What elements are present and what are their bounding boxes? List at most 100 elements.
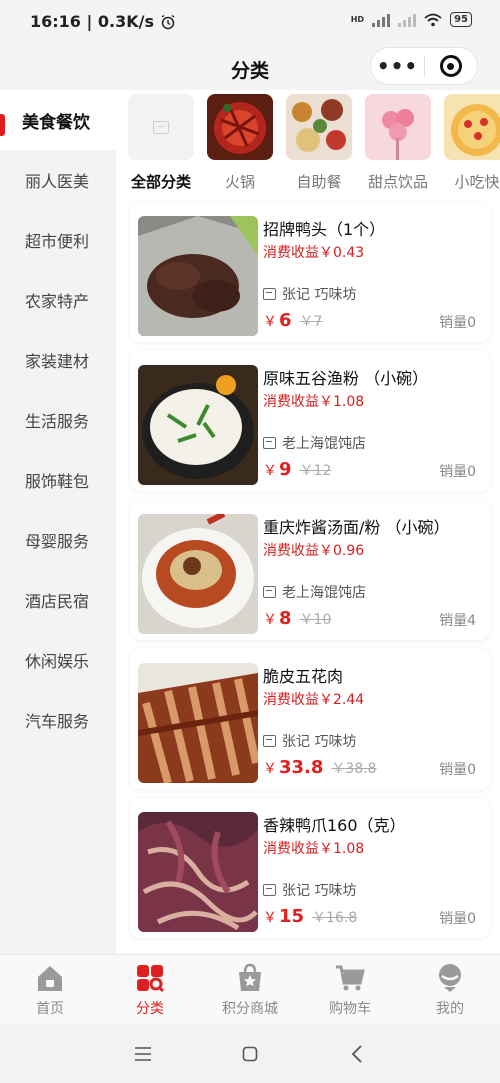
sidebar-item-entertainment[interactable]: 休闲娱乐 (0, 630, 116, 690)
subcategory-snacks[interactable]: 小吃快 (442, 94, 500, 192)
currency-symbol: ￥ (263, 761, 277, 777)
bottom-tab-bar: 首页 分类 积分商城 购物车 我的 (0, 954, 500, 1024)
price-value: 9 (279, 459, 292, 480)
current-price: ￥ 9 (263, 459, 292, 480)
home-nav-button[interactable] (235, 1039, 265, 1069)
shop-name: 老上海馄饨店 (282, 585, 366, 601)
product-card[interactable]: 重庆炸酱汤面/粉 （小碗） 消费收益￥0.96 老上海馄饨店 ￥ 8 ￥10 销量… (130, 500, 490, 640)
tab-profile[interactable]: 我的 (400, 955, 500, 1024)
sidebar-item-beauty[interactable]: 丽人医美 (0, 150, 116, 210)
square-icon (242, 1046, 258, 1061)
recent-apps-button[interactable] (128, 1039, 158, 1069)
product-card[interactable]: 脆皮五花肉 消费收益￥2.44 张记 巧味坊 ￥ 33.8 ￥38.8 销量0 (130, 649, 490, 789)
sidebar-item-label: 美食餐饮 (22, 112, 90, 133)
status-bar: 16:16 | 0.3K/s HD 95 (0, 0, 500, 44)
current-price: ￥ 33.8 (263, 757, 323, 778)
product-shop: 张记 巧味坊 (263, 731, 356, 751)
product-photo (138, 514, 258, 634)
subcategory-hotpot[interactable]: 火锅 (205, 94, 275, 192)
sidebar-item-maternity[interactable]: 母婴服务 (0, 510, 116, 570)
sidebar-item-apparel[interactable]: 服饰鞋包 (0, 450, 116, 510)
shop-name: 张记 巧味坊 (282, 883, 357, 899)
more-button[interactable]: ••• (371, 47, 424, 85)
currency-symbol: ￥ (263, 314, 277, 330)
alarm-icon (161, 14, 175, 29)
tab-label: 我的 (436, 1001, 464, 1017)
tab-label: 首页 (36, 1001, 64, 1017)
subcategory-thumb (128, 94, 194, 160)
shop-icon (263, 288, 276, 300)
sidebar-item-farm-products[interactable]: 农家特产 (0, 270, 116, 330)
sidebar-item-hotels[interactable]: 酒店民宿 (0, 570, 116, 630)
sidebar-item-life-services[interactable]: 生活服务 (0, 390, 116, 450)
product-photo (138, 216, 258, 336)
home-icon (35, 963, 65, 993)
sidebar-item-label: 酒店民宿 (25, 592, 90, 611)
price-value: 15 (279, 906, 305, 927)
sidebar-item-auto-services[interactable]: 汽车服务 (0, 690, 116, 750)
product-price: ￥ 8 ￥10 (263, 608, 331, 629)
sidebar-item-label: 家装建材 (25, 352, 90, 371)
subcategory-label: 自助餐 (296, 173, 342, 191)
product-price: ￥ 33.8 ￥38.8 (263, 757, 377, 778)
product-card[interactable]: 香辣鸭爪160（克） 消费收益￥1.08 张记 巧味坊 ￥ 15 ￥16.8 销量… (130, 798, 490, 938)
product-title: 重庆炸酱汤面/粉 （小碗） (263, 518, 450, 537)
shop-name: 张记 巧味坊 (282, 734, 357, 750)
subcategory-all[interactable]: 全部分类 (126, 94, 196, 192)
sidebar-item-label: 农家特产 (25, 292, 90, 311)
points-bag-icon (235, 963, 265, 993)
shop-name: 张记 巧味坊 (282, 287, 357, 303)
hd-label: HD (350, 15, 365, 24)
shop-name: 老上海馄饨店 (282, 436, 366, 452)
sidebar-item-label: 汽车服务 (25, 712, 90, 731)
sidebar-item-label: 生活服务 (25, 412, 90, 431)
battery-icon: 95 (450, 12, 472, 27)
original-price: ￥16.8 (312, 910, 358, 926)
tab-category[interactable]: 分类 (100, 955, 200, 1024)
product-shop: 老上海馄饨店 (263, 582, 366, 602)
original-price: ￥38.8 (331, 761, 377, 777)
product-price: ￥ 6 ￥7 (263, 310, 322, 331)
price-value: 8 (279, 608, 292, 629)
subcategory-buffet[interactable]: 自助餐 (284, 94, 354, 192)
subcategory-desserts[interactable]: 甜点饮品 (363, 94, 433, 192)
sidebar-item-label: 服饰鞋包 (25, 472, 90, 491)
subcategory-strip[interactable]: 全部分类 火锅 自助餐 甜点饮品 小吃快 (116, 90, 500, 200)
tab-points-mall[interactable]: 积分商城 (200, 955, 300, 1024)
current-price: ￥ 15 (263, 906, 304, 927)
snacks-thumb (444, 94, 500, 160)
back-nav-button[interactable] (342, 1039, 372, 1069)
sidebar-item-supermarket[interactable]: 超市便利 (0, 210, 116, 270)
page-header: 分类 ••• (0, 44, 500, 90)
mini-program-capsule: ••• (370, 47, 478, 85)
sidebar-item-home-building[interactable]: 家装建材 (0, 330, 116, 390)
product-title: 香辣鸭爪160（克） (263, 816, 406, 835)
profile-icon (435, 963, 465, 993)
subcategory-label: 全部分类 (130, 173, 191, 191)
subcategory-label: 甜点饮品 (367, 173, 428, 191)
close-miniprogram-button[interactable] (425, 55, 477, 77)
status-right: HD 95 (351, 12, 472, 27)
sidebar-item-label: 超市便利 (25, 232, 90, 251)
product-earnings: 消费收益￥0.43 (263, 245, 365, 261)
signal-weak-icon (398, 13, 417, 27)
product-shop: 张记 巧味坊 (263, 880, 356, 900)
tab-home[interactable]: 首页 (0, 955, 100, 1024)
tab-cart[interactable]: 购物车 (300, 955, 400, 1024)
currency-symbol: ￥ (263, 612, 277, 628)
status-time: 16:16 | 0.3K/s (30, 12, 155, 31)
product-price: ￥ 15 ￥16.8 (263, 906, 357, 927)
product-photo (138, 365, 258, 485)
product-card[interactable]: 原味五谷渔粉 （小碗） 消费收益￥1.08 老上海馄饨店 ￥ 9 ￥12 销量0 (130, 351, 490, 491)
category-sidebar: 美食餐饮 丽人医美 超市便利 农家特产 家装建材 生活服务 服饰鞋包 母婴服务 … (0, 90, 116, 954)
sidebar-item-food[interactable]: 美食餐饮 (0, 90, 116, 150)
tab-label: 积分商城 (222, 1001, 278, 1017)
product-earnings: 消费收益￥1.08 (263, 841, 365, 857)
sales-count: 销量0 (439, 464, 476, 480)
battery-level: 95 (454, 14, 468, 25)
sales-count: 销量0 (439, 762, 476, 778)
menu-icon (135, 1046, 152, 1061)
product-card[interactable]: 招牌鸭头（1个） 消费收益￥0.43 张记 巧味坊 ￥ 6 ￥7 销量0 (130, 202, 490, 342)
product-earnings: 消费收益￥2.44 (263, 692, 365, 708)
product-shop: 张记 巧味坊 (263, 284, 356, 304)
